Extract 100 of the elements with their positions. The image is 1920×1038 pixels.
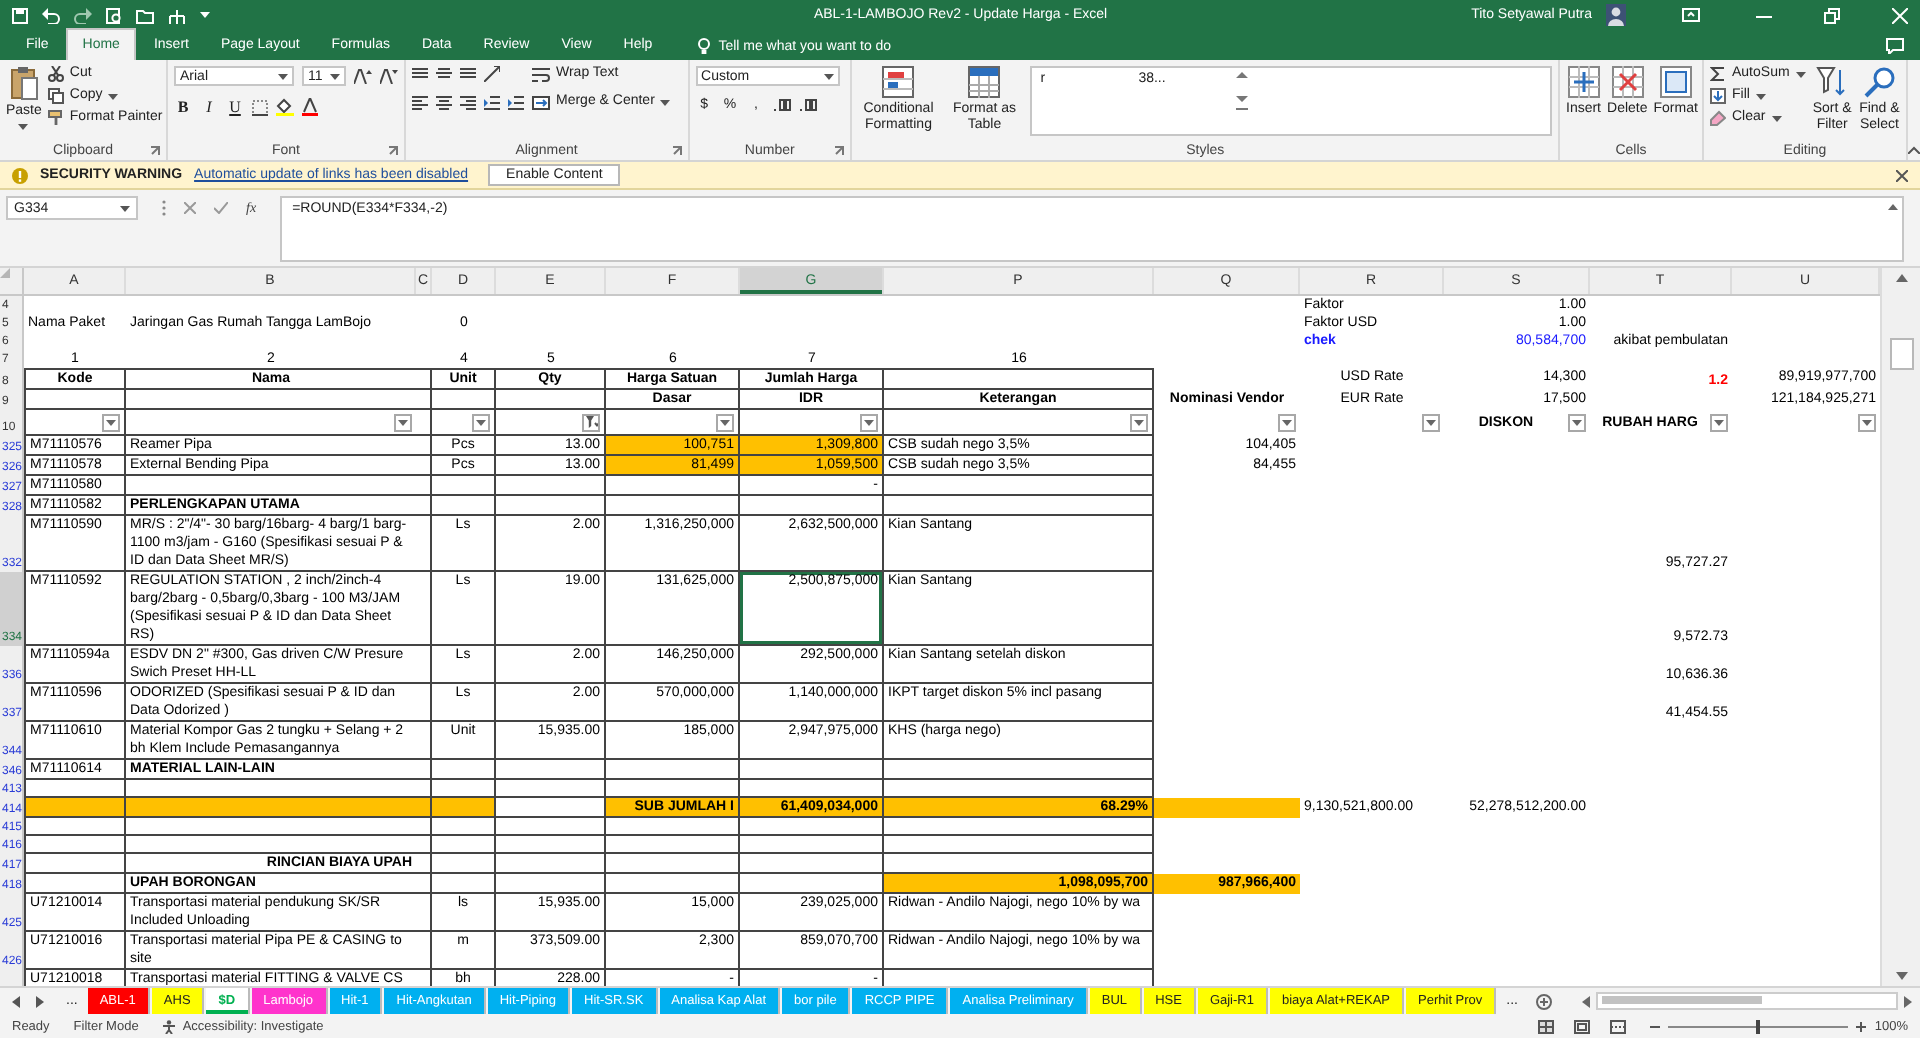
enter-icon[interactable] [214, 202, 228, 214]
add-sheet-icon[interactable] [1536, 993, 1553, 1009]
eraser-icon[interactable] [1710, 110, 1726, 126]
zoom-in-icon[interactable] [1856, 1021, 1867, 1031]
next-sheet-icon[interactable] [36, 995, 44, 1007]
delete-cells-icon[interactable] [1611, 66, 1644, 98]
scroll-left-icon[interactable] [1582, 995, 1591, 1007]
table-format-icon[interactable] [968, 66, 1001, 98]
tree-icon[interactable] [168, 7, 186, 23]
highlighted-cell[interactable] [432, 798, 496, 818]
caret-icon [864, 419, 874, 425]
horizontal-scrollbar[interactable] [1596, 992, 1898, 1010]
filter-button[interactable] [1710, 414, 1728, 432]
caret-icon [278, 73, 288, 79]
print-preview-icon[interactable] [106, 7, 122, 23]
clipboard-icon[interactable] [9, 66, 38, 100]
highlighted-cell[interactable] [24, 798, 126, 818]
empty-cell [606, 854, 740, 874]
normal-view-icon[interactable] [1538, 1019, 1555, 1033]
filter-button[interactable] [1422, 414, 1440, 432]
orientation-icon[interactable] [484, 66, 500, 82]
comments-icon[interactable] [1886, 38, 1904, 54]
zoom-slider-thumb[interactable] [1756, 1019, 1761, 1033]
empty-cell [606, 496, 740, 516]
copy-icon[interactable] [47, 88, 64, 104]
close-icon[interactable] [1896, 169, 1908, 181]
filter-button[interactable] [582, 413, 600, 431]
align-center-icon[interactable] [436, 95, 452, 109]
gallery-scroll-icon[interactable] [1236, 72, 1249, 116]
align-left-icon[interactable] [412, 95, 428, 109]
filter-button[interactable] [472, 413, 490, 431]
decrease-decimal-icon[interactable] [799, 98, 818, 112]
borders-icon[interactable] [252, 99, 268, 115]
page-layout-icon[interactable] [1574, 1019, 1591, 1033]
empty-cell [496, 760, 606, 780]
dialog-launcher-icon[interactable] [671, 146, 682, 156]
filter-button[interactable] [860, 413, 878, 431]
increase-decimal-icon[interactable] [773, 98, 792, 112]
search-icon[interactable] [1863, 66, 1896, 98]
redo-icon[interactable] [74, 7, 92, 23]
decrease-indent-icon[interactable] [484, 95, 500, 109]
ribbon-display-icon[interactable] [1682, 8, 1700, 22]
filter-button[interactable] [716, 413, 734, 431]
collapse-ribbon-icon[interactable] [1908, 146, 1920, 154]
caret-icon [1795, 71, 1806, 77]
fill-color-icon[interactable] [276, 98, 294, 116]
funnel-icon [585, 416, 597, 428]
filter-button[interactable] [394, 413, 412, 431]
page-break-icon[interactable] [1610, 1019, 1627, 1033]
insert-cells-icon[interactable] [1567, 66, 1600, 98]
expand-icon[interactable] [1888, 204, 1898, 210]
align-right-icon[interactable] [460, 95, 476, 109]
dialog-launcher-icon[interactable] [150, 146, 160, 156]
increase-indent-icon[interactable] [508, 95, 524, 109]
dialog-launcher-icon[interactable] [834, 146, 845, 156]
scroll-down-icon[interactable] [1895, 972, 1907, 980]
folder-icon[interactable] [136, 7, 154, 23]
save-icon[interactable] [12, 7, 28, 23]
align-top-icon[interactable] [412, 67, 428, 81]
filter-button[interactable] [1568, 414, 1586, 432]
previous-sheet-icon[interactable] [12, 995, 20, 1007]
accessibility-icon [162, 1019, 177, 1033]
empty-cell [432, 854, 496, 874]
fill-down-icon[interactable] [1710, 88, 1726, 104]
scroll-right-icon[interactable] [1904, 995, 1912, 1007]
scissors-icon[interactable] [47, 66, 64, 82]
highlighted-cell[interactable] [126, 798, 416, 818]
sort-filter-icon[interactable] [1816, 66, 1849, 98]
restore-icon[interactable] [1824, 7, 1840, 23]
wrap-text-icon[interactable] [532, 67, 550, 81]
paintbrush-icon[interactable] [47, 110, 64, 126]
undo-icon[interactable] [42, 7, 60, 23]
font-color-icon[interactable] [302, 98, 318, 116]
merge-icon[interactable] [532, 95, 550, 109]
filter-button[interactable] [1278, 414, 1296, 432]
sigma-icon[interactable] [1710, 66, 1726, 82]
highlighted-cell[interactable] [416, 798, 432, 818]
empty-cell [740, 854, 884, 874]
cancel-icon[interactable] [184, 202, 196, 214]
italic-button[interactable]: I [200, 98, 218, 116]
increase-font-icon[interactable] [354, 68, 372, 84]
decrease-font-icon[interactable] [380, 68, 398, 84]
filter-button[interactable] [102, 413, 120, 431]
empty-cell [740, 760, 884, 780]
format-cells-icon[interactable] [1659, 66, 1692, 98]
conditional-formatting-icon[interactable] [882, 66, 915, 98]
caret-icon [106, 419, 116, 425]
scrollbar-thumb[interactable] [1889, 338, 1913, 370]
filter-button[interactable] [1858, 414, 1876, 432]
underline-button[interactable]: U [226, 98, 244, 116]
scroll-up-icon[interactable] [1895, 274, 1907, 282]
dialog-launcher-icon[interactable] [388, 146, 398, 156]
corner-icon [0, 268, 10, 278]
filter-button[interactable] [1130, 413, 1148, 431]
align-bottom-icon[interactable] [460, 67, 476, 81]
customize-icon[interactable] [200, 12, 210, 18]
highlighted-cell[interactable] [1154, 798, 1300, 818]
empty-cell [606, 818, 740, 836]
align-middle-icon[interactable] [436, 67, 452, 81]
bold-button[interactable]: B [174, 98, 192, 116]
